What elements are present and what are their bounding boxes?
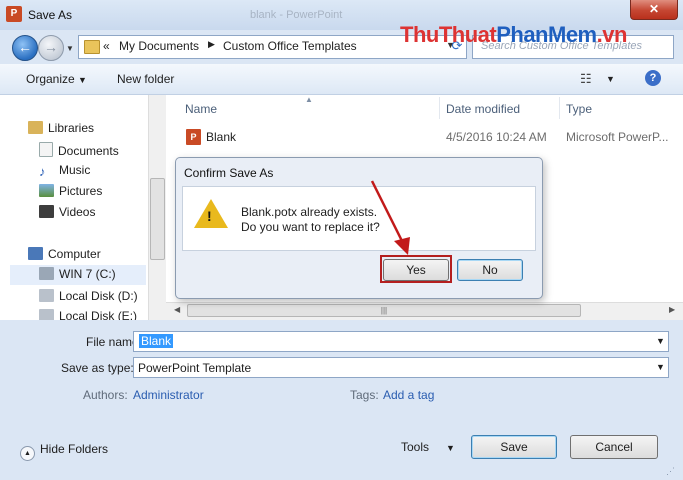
nav-item-libraries[interactable]: Libraries: [28, 121, 94, 135]
hide-folders-button[interactable]: ▲ Hide Folders: [20, 442, 108, 461]
nav-item-local-disk-e[interactable]: Local Disk (E:): [39, 309, 137, 320]
powerpoint-icon: P: [6, 6, 22, 22]
drive-icon: [39, 289, 54, 302]
file-name-value[interactable]: Blank: [139, 334, 174, 348]
tools-button[interactable]: Tools: [401, 440, 429, 454]
column-divider[interactable]: [559, 97, 560, 119]
breadcrumb-my-documents[interactable]: My Documents: [119, 39, 199, 53]
window-title: Save As: [28, 8, 73, 22]
horizontal-scrollbar-thumb[interactable]: |||: [187, 304, 581, 317]
nav-item-computer[interactable]: Computer: [28, 247, 101, 261]
file-row-name[interactable]: Blank: [206, 130, 236, 144]
scroll-left-icon[interactable]: ◀: [174, 305, 180, 314]
organize-button[interactable]: Organize ▼: [26, 72, 87, 86]
navigation-pane: Libraries Documents ♪ Music Pictures Vide…: [0, 95, 148, 320]
save-as-type-select[interactable]: PowerPoint Template ▼: [133, 357, 669, 378]
history-dropdown-icon[interactable]: ▼: [66, 44, 74, 53]
nav-item-local-disk-d[interactable]: Local Disk (D:): [39, 289, 138, 303]
help-icon[interactable]: ?: [645, 70, 661, 86]
sort-ascending-icon: ▲: [305, 95, 313, 104]
breadcrumb-custom-office-templates[interactable]: Custom Office Templates: [223, 39, 357, 53]
confirm-message-line1: Blank.potx already exists.: [241, 205, 378, 219]
back-button[interactable]: ←: [12, 35, 38, 61]
file-row-type: Microsoft PowerP...: [566, 130, 669, 144]
powerpoint-file-icon[interactable]: P: [186, 129, 201, 145]
libraries-icon: [28, 121, 43, 134]
watermark-logo: ThuThuatPhanMem.vn: [400, 22, 627, 47]
scroll-right-icon[interactable]: ▶: [669, 305, 675, 314]
confirm-dialog-title: Confirm Save As: [184, 166, 274, 180]
annotation-arrow-icon: [370, 180, 410, 255]
collapse-up-icon: ▲: [20, 446, 35, 461]
nav-item-win7[interactable]: WIN 7 (C:): [39, 267, 116, 281]
save-as-type-label: Save as type:: [61, 361, 134, 375]
no-button[interactable]: No: [457, 259, 523, 281]
close-button[interactable]: ✕: [630, 0, 678, 20]
cancel-button[interactable]: Cancel: [570, 435, 658, 459]
folder-icon: [84, 40, 100, 54]
command-toolbar: Organize ▼ New folder ☷ ▼ ?: [0, 64, 683, 95]
file-row-date: 4/5/2016 10:24 AM: [446, 130, 547, 144]
tags-label: Tags:: [350, 388, 379, 402]
nav-scrollbar-thumb[interactable]: [150, 178, 165, 260]
new-folder-button[interactable]: New folder: [117, 72, 174, 86]
nav-item-documents[interactable]: Documents: [39, 142, 119, 158]
file-name-input[interactable]: Blank ▼: [133, 331, 669, 352]
confirm-message-line2: Do you want to replace it?: [241, 220, 380, 234]
nav-item-music[interactable]: ♪ Music: [39, 163, 90, 178]
tags-value[interactable]: Add a tag: [383, 388, 434, 402]
drive-c-icon: [39, 267, 54, 280]
view-options-icon[interactable]: ☷: [580, 71, 592, 87]
address-overflow-chevron[interactable]: «: [103, 39, 110, 53]
tools-dropdown-icon[interactable]: ▼: [446, 443, 455, 453]
forward-button[interactable]: →: [38, 35, 64, 61]
videos-icon: [39, 205, 54, 218]
nav-item-videos[interactable]: Videos: [39, 205, 95, 219]
save-as-type-dropdown-icon[interactable]: ▼: [656, 362, 665, 372]
save-as-type-value: PowerPoint Template: [138, 361, 252, 375]
drive-icon: [39, 309, 54, 320]
pictures-icon: [39, 184, 54, 197]
column-header: Name Date modified Type: [166, 95, 683, 121]
authors-label: Authors:: [83, 388, 128, 402]
resize-grip-icon[interactable]: ⋰: [666, 466, 675, 477]
warning-exclamation-icon: !: [207, 208, 212, 224]
save-as-window: P Save As blank - PowerPoint ✕ ← → ▼ « M…: [0, 0, 683, 480]
column-date-modified[interactable]: Date modified: [446, 102, 520, 116]
save-button[interactable]: Save: [471, 435, 557, 459]
view-dropdown-icon[interactable]: ▼: [606, 74, 615, 84]
documents-icon: [39, 142, 53, 157]
music-icon: ♪: [39, 164, 46, 179]
nav-item-pictures[interactable]: Pictures: [39, 184, 102, 198]
computer-icon: [28, 247, 43, 260]
breadcrumb-separator-icon[interactable]: ▶: [208, 39, 215, 50]
background-window-title: blank - PowerPoint: [250, 9, 343, 21]
file-name-dropdown-icon[interactable]: ▼: [656, 336, 665, 346]
column-name[interactable]: Name: [185, 102, 217, 116]
authors-value[interactable]: Administrator: [133, 388, 204, 402]
confirm-save-as-dialog: Confirm Save As ! Blank.potx already exi…: [175, 157, 543, 299]
confirm-dialog-body: ! Blank.potx already exists. Do you want…: [182, 186, 536, 251]
column-divider[interactable]: [439, 97, 440, 119]
column-type[interactable]: Type: [566, 102, 592, 116]
